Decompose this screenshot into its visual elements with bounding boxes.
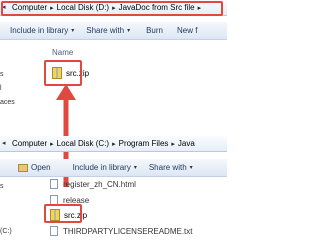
breadcrumb-separator-icon[interactable]: ▸ <box>112 140 116 148</box>
open-button[interactable]: Open <box>18 163 51 172</box>
breadcrumb-separator-icon[interactable]: ▸ <box>171 140 175 148</box>
breadcrumb-program-files[interactable]: Program Files <box>119 139 169 148</box>
file-name: register_zh_CN.html <box>63 179 136 189</box>
red-arrow <box>56 84 76 187</box>
bottom-file-highlight <box>44 204 82 223</box>
open-folder-icon <box>18 163 28 172</box>
chevron-down-icon: ▾ <box>133 165 137 171</box>
bottom-toolbar: Open Include in library ▾ Share with ▾ <box>0 159 227 177</box>
breadcrumb-java[interactable]: Java <box>178 139 195 148</box>
breadcrumb-local-disk-c[interactable]: Local Disk (C:) <box>57 139 109 148</box>
share-with-button[interactable]: Share with ▾ <box>149 163 193 172</box>
breadcrumb-computer[interactable]: Computer <box>12 139 47 148</box>
open-label: Open <box>31 163 51 172</box>
sidebar-item-local-disk-c[interactable]: (C:) <box>0 228 12 235</box>
include-in-library-button[interactable]: Include in library ▾ <box>73 163 137 172</box>
share-with-label: Share with <box>148 163 187 172</box>
chevron-down-icon: ▾ <box>189 165 193 171</box>
html-file-icon <box>50 179 58 189</box>
bottom-address-bar[interactable]: ◂ Computer ▸ Local Disk (C:) ▸ Program F… <box>0 136 227 152</box>
include-in-library-label: Include in library <box>72 163 131 172</box>
text-file-icon <box>50 226 58 236</box>
file-thirdparty-license[interactable]: THIRDPARTYLICENSEREADME.txt <box>50 226 193 236</box>
nav-arrow-icon[interactable]: ◂ <box>2 139 10 148</box>
sidebar-item[interactable]: s <box>0 183 4 190</box>
file-name: THIRDPARTYLICENSEREADME.txt <box>63 226 193 236</box>
file-register-html[interactable]: register_zh_CN.html <box>50 179 136 189</box>
breadcrumb-separator-icon[interactable]: ▸ <box>50 140 54 148</box>
